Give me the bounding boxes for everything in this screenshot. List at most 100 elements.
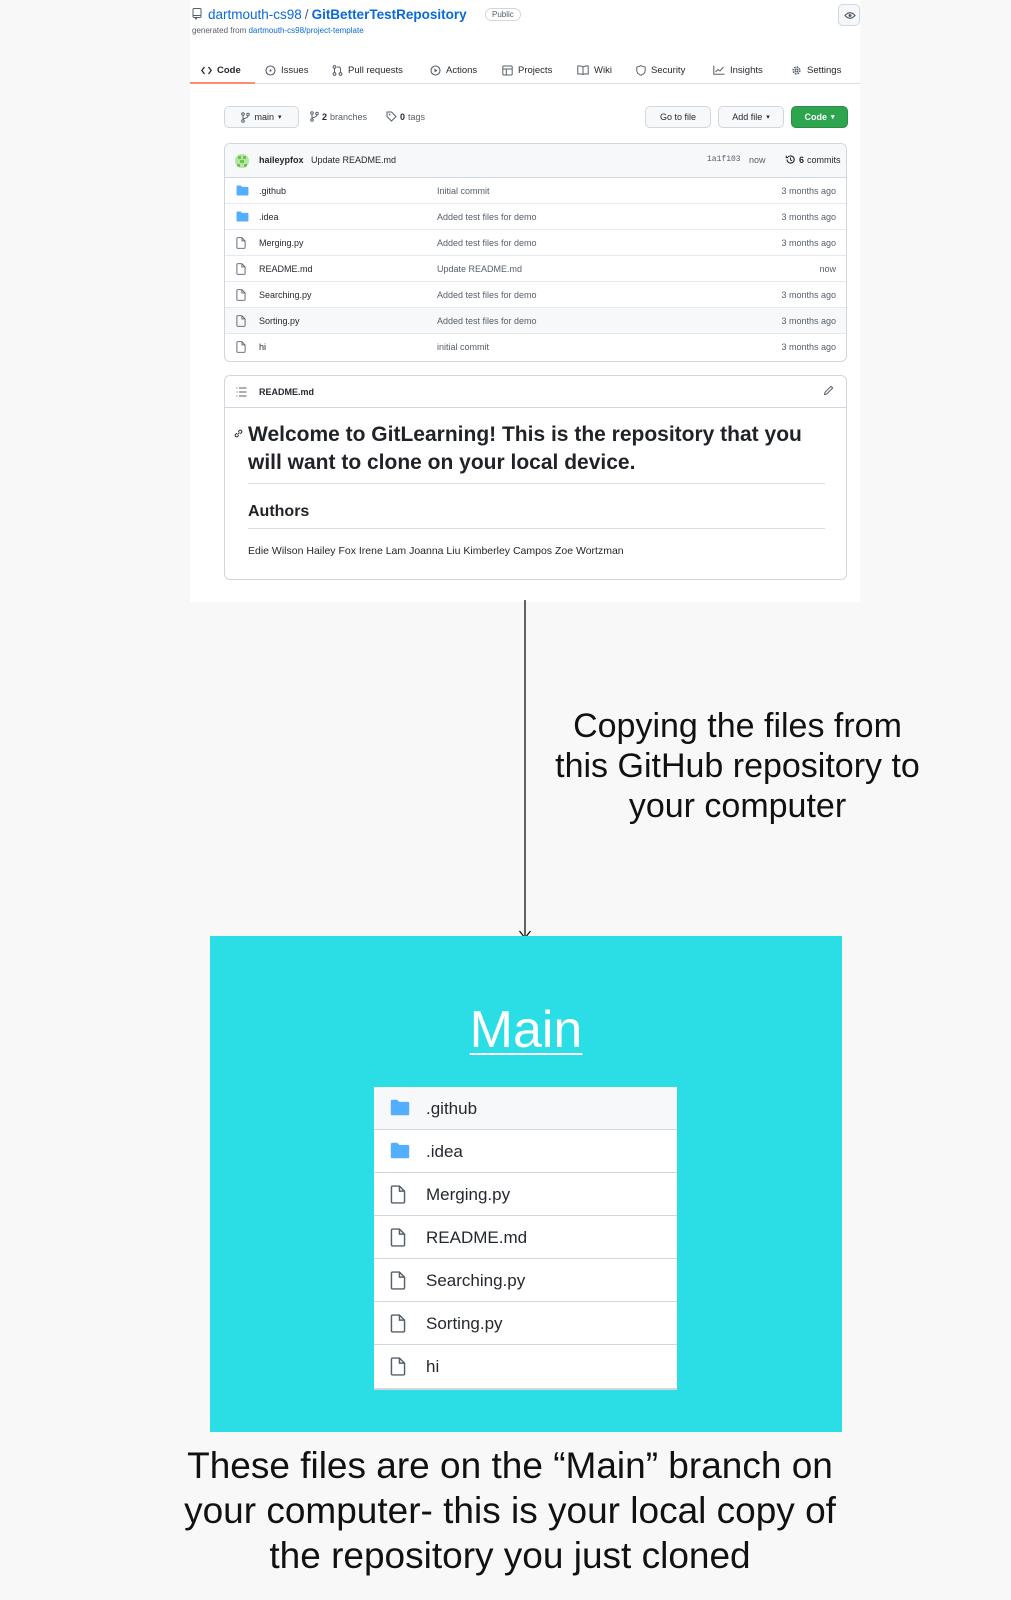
local-file-list: .github .idea Merging.py README.md Searching…: [374, 1087, 677, 1390]
repo-name-link[interactable]: GitBetterTestRepository: [312, 7, 467, 22]
list-item: .github: [374, 1087, 677, 1130]
table-row[interactable]: hi initial commit 3 months ago: [225, 334, 846, 360]
tab-insights[interactable]: Insights: [713, 60, 763, 80]
file-name-link[interactable]: README.md: [259, 264, 313, 274]
template-link[interactable]: dartmouth-cs98/project-template: [248, 26, 363, 35]
readme-header: README.md: [225, 376, 846, 408]
tags-count: 0: [400, 111, 406, 122]
table-row[interactable]: Sorting.py Added test files for demo 3 mon…: [225, 308, 846, 334]
tab-issues[interactable]: Issues: [265, 60, 308, 80]
tab-actions[interactable]: Actions: [430, 60, 477, 80]
readme-heading-text: Welcome to GitLearning! This is the repo…: [248, 423, 802, 474]
commit-message[interactable]: Update README.md: [311, 155, 396, 165]
tab-pull-requests[interactable]: Pull requests: [332, 60, 403, 80]
commit-time: now: [749, 155, 766, 165]
file-name: Searching.py: [426, 1271, 526, 1290]
tab-projects[interactable]: Projects: [502, 60, 552, 80]
latest-commit-bar: haileypfox Update README.md 1a1f103 now …: [225, 144, 846, 178]
file-name-link[interactable]: .github: [259, 186, 286, 196]
file-icon: [236, 341, 246, 353]
file-name-link[interactable]: Searching.py: [259, 290, 312, 300]
file-name: .idea: [426, 1142, 463, 1161]
file-name-link[interactable]: Sorting.py: [259, 316, 300, 326]
commits-link[interactable]: 6 commits: [785, 154, 841, 165]
commit-age: 3 months ago: [781, 212, 836, 222]
tab-security[interactable]: Security: [636, 60, 685, 80]
repo-separator: /: [304, 7, 309, 22]
add-file-label: Add file: [732, 112, 763, 122]
commit-age: now: [819, 264, 836, 274]
play-icon: [430, 64, 441, 76]
tab-label: Actions: [446, 64, 478, 76]
watch-button[interactable]: [838, 4, 860, 26]
tab-label: Security: [651, 64, 686, 76]
file-name-link[interactable]: hi: [259, 342, 266, 352]
tags-link[interactable]: 0 tags: [386, 111, 425, 122]
tags-label: tags: [408, 111, 426, 122]
go-to-file-button[interactable]: Go to file: [645, 106, 711, 128]
file-icon: [236, 237, 246, 249]
tab-label: Pull requests: [348, 64, 403, 76]
tab-settings[interactable]: Settings: [791, 60, 841, 80]
commits-count: 6: [799, 154, 805, 165]
tab-label: Code: [217, 64, 241, 76]
folder-icon: [236, 211, 249, 222]
generated-from: generated from dartmouth-cs98/project-te…: [192, 26, 364, 35]
table-row[interactable]: .idea Added test files for demo 3 months a…: [225, 204, 846, 230]
list-icon[interactable]: [236, 387, 247, 397]
commit-message-link[interactable]: Added test files for demo: [437, 290, 537, 300]
folder-icon: [390, 1099, 410, 1116]
file-rows: .github Initial commit 3 months ago .idea Ad…: [225, 178, 846, 360]
tab-label: Insights: [730, 64, 763, 76]
tab-code[interactable]: Code: [201, 60, 241, 80]
add-file-button[interactable]: Add file ▾: [718, 106, 784, 128]
avatar[interactable]: [235, 154, 249, 168]
commit-message-link[interactable]: initial commit: [437, 342, 489, 352]
pencil-icon[interactable]: [823, 385, 834, 396]
repo-icon: [192, 8, 202, 20]
file-list: haileypfox Update README.md 1a1f103 now …: [224, 143, 847, 362]
code-dropdown-button[interactable]: Code ▾: [791, 106, 848, 128]
commit-message-link[interactable]: Added test files for demo: [437, 238, 537, 248]
commit-author[interactable]: haileypfox: [259, 155, 304, 165]
generated-from-prefix: generated from: [192, 26, 249, 35]
commit-sha[interactable]: 1a1f103: [707, 155, 741, 164]
commit-age: 3 months ago: [781, 186, 836, 196]
commit-message-link[interactable]: Added test files for demo: [437, 316, 537, 326]
file-name: Sorting.py: [426, 1314, 503, 1333]
commit-age: 3 months ago: [781, 238, 836, 248]
code-button-label: Code: [804, 112, 827, 122]
branches-label: branches: [330, 111, 368, 122]
commit-message-link[interactable]: Initial commit: [437, 186, 490, 196]
branch-select-button[interactable]: main ▾: [224, 106, 299, 128]
list-item: .idea: [374, 1130, 677, 1173]
table-row[interactable]: Searching.py Added test files for demo 3 m…: [225, 282, 846, 308]
gear-icon: [792, 65, 801, 75]
list-item: Sorting.py: [374, 1302, 677, 1345]
list-item: hi: [374, 1345, 677, 1388]
code-icon: [201, 66, 212, 74]
history-icon: [785, 155, 795, 164]
identicon-icon: [237, 156, 247, 167]
table-row[interactable]: README.md Update README.md now: [225, 256, 846, 282]
eye-icon: [844, 12, 856, 19]
bottom-caption: These files are on the “Main” branch on …: [184, 1445, 836, 1576]
branches-count: 2: [322, 111, 328, 122]
file-icon: [390, 1271, 406, 1290]
commit-message-link[interactable]: Added test files for demo: [437, 212, 537, 222]
link-icon[interactable]: [233, 428, 244, 439]
file-name-link[interactable]: Merging.py: [259, 238, 304, 248]
tab-wiki[interactable]: Wiki: [577, 60, 612, 80]
file-name-link[interactable]: .idea: [259, 212, 279, 222]
readme-authors: Edie Wilson Hailey Fox Irene Lam Joanna …: [248, 545, 624, 557]
table-row[interactable]: .github Initial commit 3 months ago: [225, 178, 846, 204]
chevron-down-icon: ▾: [278, 114, 282, 121]
commit-message-link[interactable]: Update README.md: [437, 264, 522, 274]
tab-label: Projects: [518, 64, 553, 76]
file-icon: [390, 1228, 406, 1247]
commit-age: 3 months ago: [781, 290, 836, 300]
github-repo-screenshot: dartmouth-cs98/GitBetterTestRepository P…: [190, 0, 860, 602]
branches-link[interactable]: 2 branches: [310, 111, 367, 122]
table-row[interactable]: Merging.py Added test files for demo 3 mon…: [225, 230, 846, 256]
repo-owner-link[interactable]: dartmouth-cs98: [208, 7, 302, 22]
